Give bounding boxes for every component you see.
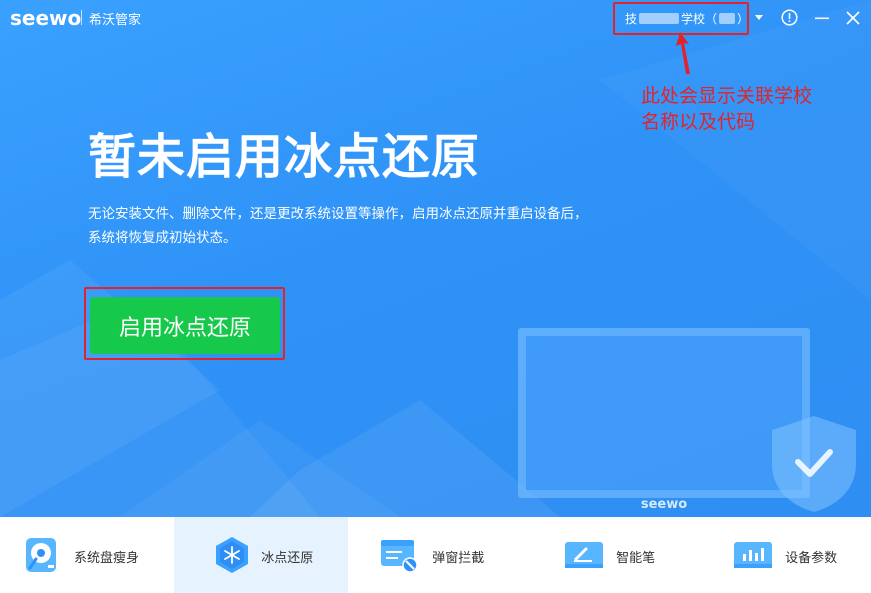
annotation-text: 此处会显示关联学校 名称以及代码 bbox=[641, 83, 851, 135]
popup-block-icon bbox=[381, 540, 418, 573]
info-icon[interactable] bbox=[781, 9, 798, 26]
disk-icon bbox=[26, 538, 56, 572]
hero-panel: seewo 希沃管家 技 学校（ ） 此处会显示关联学校 名称以及代码 暂未启用… bbox=[0, 0, 871, 517]
chart-icon bbox=[734, 542, 773, 568]
nav-label-popup-block: 弹窗拦截 bbox=[432, 551, 485, 566]
description: 无论安装文件、删除文件，还是更改系统设置等操作，启用冰点还原并重启设备后， 系统… bbox=[88, 202, 708, 250]
shield-icon bbox=[772, 416, 856, 512]
enable-freeze-button[interactable]: 启用冰点还原 bbox=[90, 297, 280, 354]
annotation-line-2: 名称以及代码 bbox=[641, 111, 756, 133]
monitor-screen bbox=[518, 328, 810, 498]
annotation-line-1: 此处会显示关联学校 bbox=[641, 85, 813, 107]
nav-item-smart-pen[interactable]: 智能笔 bbox=[523, 517, 697, 593]
chevron-down-icon[interactable] bbox=[754, 12, 764, 22]
nav-item-freeze-restore[interactable]: 冰点还原 bbox=[174, 517, 349, 593]
description-line-1: 无论安装文件、删除文件，还是更改系统设置等操作，启用冰点还原并重启设备后， bbox=[88, 206, 588, 222]
nav-label-disk-cleanup: 系统盘瘦身 bbox=[74, 551, 140, 566]
description-line-2: 系统将恢复成初始状态。 bbox=[88, 230, 237, 246]
annotation-arrow-icon bbox=[676, 32, 690, 74]
nav-item-popup-block[interactable]: 弹窗拦截 bbox=[348, 517, 522, 593]
nav-item-disk-cleanup[interactable]: 系统盘瘦身 bbox=[0, 517, 174, 593]
logo-separator bbox=[81, 10, 82, 25]
nav-label-freeze-restore: 冰点还原 bbox=[261, 551, 314, 566]
snowflake-icon bbox=[216, 537, 249, 573]
monitor-illustration: seewo bbox=[518, 328, 810, 517]
monitor-brand: seewo bbox=[640, 497, 688, 512]
pen-icon bbox=[565, 542, 604, 568]
nav-label-device-params: 设备参数 bbox=[785, 551, 838, 566]
seewo-logo: seewo bbox=[10, 6, 82, 30]
minimize-icon[interactable] bbox=[814, 10, 830, 26]
app-title: 希沃管家 bbox=[89, 13, 142, 28]
nav-item-device-params[interactable]: 设备参数 bbox=[697, 517, 871, 593]
nav-label-smart-pen: 智能笔 bbox=[616, 551, 656, 566]
bottom-nav: 系统盘瘦身 冰点还原 弹窗拦截 智能笔 设备参数 bbox=[0, 517, 871, 593]
close-icon[interactable] bbox=[845, 10, 861, 26]
page-title: 暂未启用冰点还原 bbox=[88, 129, 481, 185]
